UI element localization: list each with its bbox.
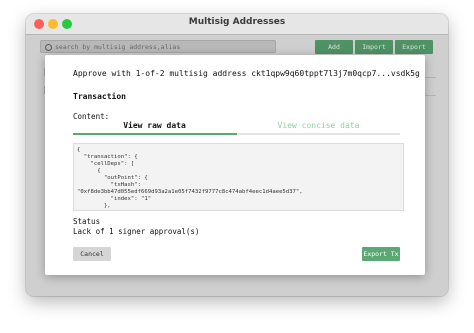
window-title: Multisig Addresses xyxy=(188,17,286,27)
export-tx-button[interactable]: Export Tx xyxy=(362,247,400,261)
approve-dialog: Approve with 1-of-2 multisig address ckt… xyxy=(45,55,425,275)
transaction-heading: Transaction xyxy=(73,92,126,101)
tab-active-indicator xyxy=(73,133,237,135)
tab-view-concise-data[interactable]: View concise data xyxy=(237,121,400,133)
raw-transaction-code[interactable]: { "transaction": { "cellDeps": [ { "outP… xyxy=(73,143,404,211)
status-value: Lack of 1 signer approval(s) xyxy=(73,227,200,236)
tab-view-raw-data[interactable]: View raw data xyxy=(73,121,236,133)
cancel-button[interactable]: Cancel xyxy=(73,247,111,261)
tab-inactive-indicator xyxy=(237,133,400,135)
approve-text: Approve with 1-of-2 multisig address ckt… xyxy=(73,69,420,78)
status-label: Status xyxy=(73,217,101,226)
content-label: Content: xyxy=(73,112,110,121)
title-bar: Multisig Addresses xyxy=(26,14,448,35)
